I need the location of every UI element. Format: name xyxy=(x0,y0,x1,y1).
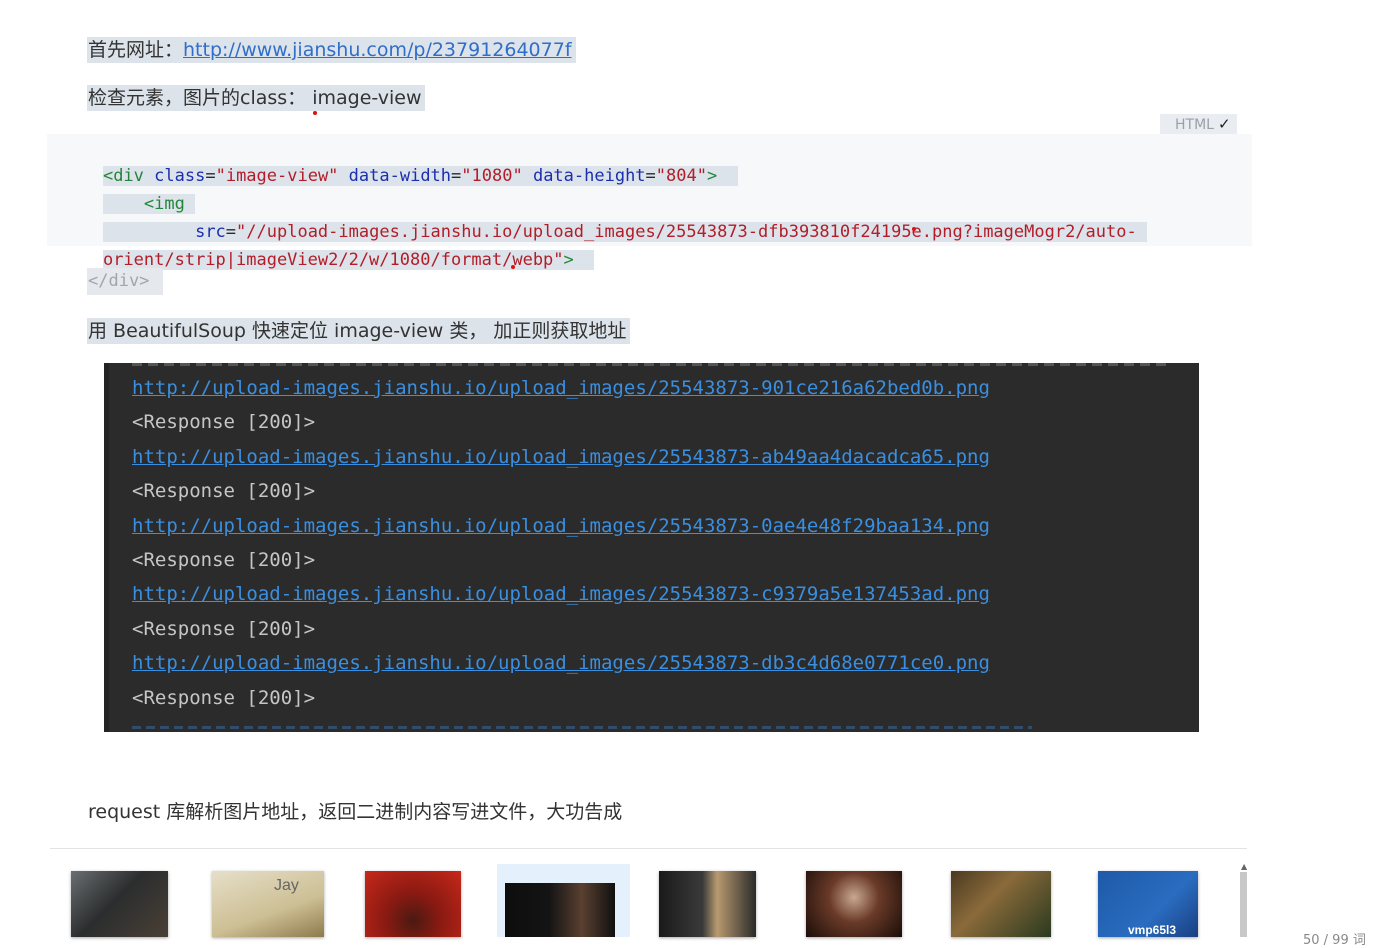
cursor-marker xyxy=(912,227,916,231)
terminal-response: <Response [200]> xyxy=(132,480,316,503)
code-block: <div class="image-view" data-width="1080… xyxy=(47,134,1252,270)
cursor-marker xyxy=(511,265,515,269)
terminal-link[interactable]: http://upload-images.jianshu.io/upload_i… xyxy=(132,582,990,606)
gallery-thumbnail[interactable] xyxy=(365,871,461,937)
thumbnail-text: vmp65l3 xyxy=(1128,923,1177,937)
check-icon: ✓ xyxy=(1217,115,1231,133)
gallery-scrollbar[interactable] xyxy=(1240,872,1247,937)
terminal-link[interactable]: http://upload-images.jianshu.io/upload_i… xyxy=(132,651,990,675)
terminal-cut-bottom xyxy=(132,726,1032,729)
cursor-marker xyxy=(313,111,317,115)
terminal-response: <Response [200]> xyxy=(132,617,316,640)
terminal-screenshot: http://upload-images.jianshu.io/upload_i… xyxy=(104,363,1199,732)
word-counter: 50 / 99 词 xyxy=(1303,933,1366,948)
terminal-link[interactable]: http://upload-images.jianshu.io/upload_i… xyxy=(132,514,990,538)
gallery-thumbnail[interactable]: Jay xyxy=(212,871,324,937)
paragraph-beautifulsoup: 用 BeautifulSoup 快速定位 image-view 类， 加正则获取… xyxy=(87,318,631,344)
paragraph-request: request 库解析图片地址，返回二进制内容写进文件，大功告成 xyxy=(88,801,623,823)
terminal-link[interactable]: http://upload-images.jianshu.io/upload_i… xyxy=(132,445,990,469)
gallery-thumbnail[interactable] xyxy=(951,871,1051,937)
gallery-thumbnail[interactable] xyxy=(806,871,902,937)
code-language-label: HTML xyxy=(1175,117,1214,133)
code-end-tag: </div> xyxy=(87,268,164,295)
terminal-link[interactable]: http://upload-images.jianshu.io/upload_i… xyxy=(132,376,990,400)
terminal-response: <Response [200]> xyxy=(132,411,316,434)
url-label: 首先网址： xyxy=(88,39,184,61)
gallery-thumbnail[interactable] xyxy=(505,883,615,937)
terminal-cut-top xyxy=(132,363,1172,366)
gallery-thumbnail[interactable] xyxy=(71,871,168,937)
code-language-badge[interactable]: HTML ✓ xyxy=(1160,114,1237,134)
gallery-thumbnail[interactable]: vmp65l3 xyxy=(1098,871,1198,937)
scroll-up-icon[interactable]: ▲ xyxy=(1241,862,1247,871)
gallery-divider xyxy=(50,848,1247,849)
paragraph-url: 首先网址：http://www.jianshu.com/p/2379126407… xyxy=(87,37,576,63)
terminal-response: <Response [200]> xyxy=(132,686,316,709)
thumbnail-text: Jay xyxy=(274,877,299,894)
paragraph-inspect: 检查元素，图片的class： image-view xyxy=(87,85,426,111)
gallery-thumbnail[interactable] xyxy=(659,871,756,937)
article-link[interactable]: http://www.jianshu.com/p/23791264077f xyxy=(183,39,572,61)
terminal-response: <Response [200]> xyxy=(132,549,316,571)
